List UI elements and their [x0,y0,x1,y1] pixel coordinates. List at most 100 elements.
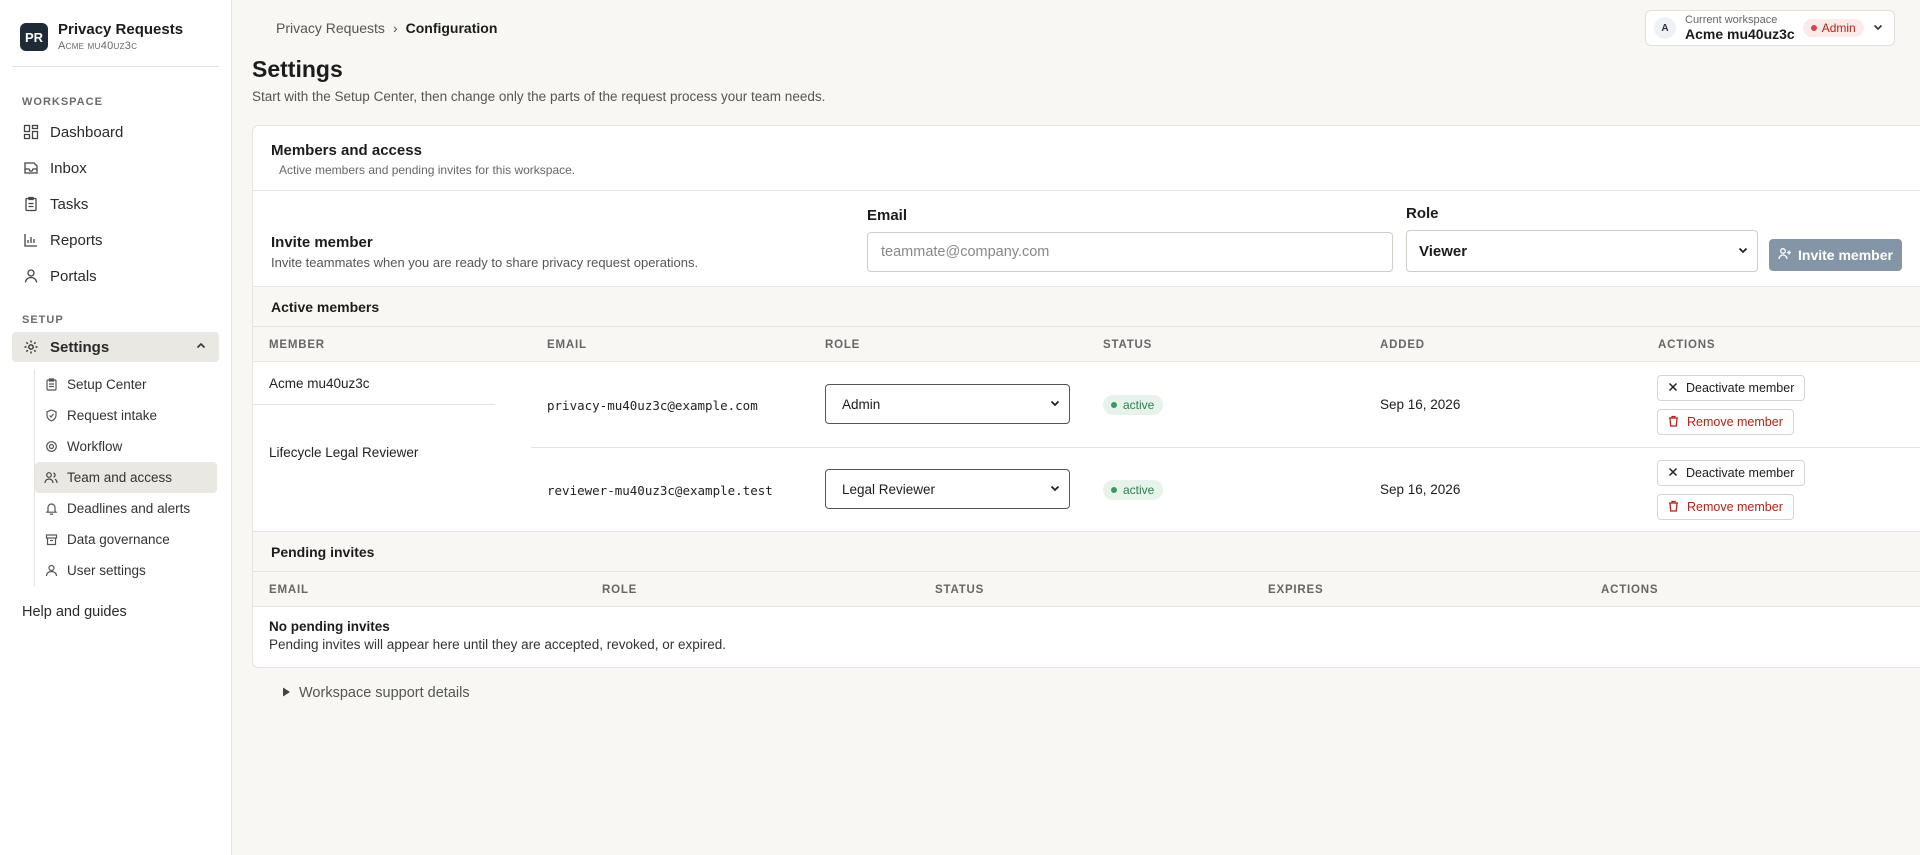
invite-description: Invite teammates when you are ready to s… [271,255,699,270]
sidebar-item-inbox[interactable]: Inbox [0,150,231,186]
shield-check-icon [44,409,58,423]
trash-icon [1668,500,1679,515]
chevron-down-icon [1737,243,1749,260]
caret-right-icon [282,685,291,701]
sidebar-item-team-and-access[interactable]: Team and access [35,462,217,493]
sidebar-item-deadlines-and-alerts[interactable]: Deadlines and alerts [35,493,217,524]
workspace-label: Current workspace [1685,14,1778,26]
users-icon [44,471,58,485]
sidebar-item-label: Reports [50,231,103,249]
dashboard-icon [22,123,40,141]
role-select[interactable]: Viewer [1406,230,1758,272]
archive-icon [44,533,58,547]
workspace-support-details-toggle[interactable]: Workspace support details [282,685,470,701]
invite-member-form: Invite member Invite teammates when you … [253,191,1920,287]
table-row: Acme mu40uz3c privacy-mu40uz3c@example.c… [253,362,1920,447]
column-header: MEMBER [269,339,325,351]
status-badge: active [1103,395,1164,415]
sidebar-item-label: Settings [50,338,110,356]
chevron-down-icon [1872,20,1884,36]
status-label: active [1123,398,1155,412]
sidebar-item-settings[interactable]: Settings [12,332,219,362]
page-title: Settings [252,56,343,82]
column-header: ACTIONS [1601,584,1659,596]
sidebar-item-label: User settings [67,563,146,578]
user-icon [44,564,58,578]
member-name: Lifecycle Legal Reviewer [269,445,419,460]
sidebar-item-workflow[interactable]: Workflow [35,431,217,462]
workspace-switcher[interactable]: A Current workspace Acme mu40uz3c Admin [1645,10,1895,46]
sidebar-item-request-intake[interactable]: Request intake [35,400,217,431]
remove-member-button[interactable]: Remove member [1657,409,1794,435]
status-dot-icon [1111,402,1117,408]
role-select-value: Viewer [1419,242,1468,260]
brand[interactable]: PR Privacy Requests Acme mu40uz3c [0,0,231,53]
avatar: A [1654,17,1676,39]
pending-invites-title: Pending invites [253,532,1920,572]
member-added-date: Sep 16, 2026 [1380,397,1461,412]
page-subtitle: Start with the Setup Center, then change… [252,89,826,104]
sidebar-item-reports[interactable]: Reports [0,222,231,258]
bell-icon [44,502,58,516]
inbox-icon [22,159,40,177]
sidebar-item-user-settings[interactable]: User settings [35,555,217,586]
deactivate-member-button[interactable]: Deactivate member [1657,375,1806,401]
pending-invites-empty-state: No pending invites Pending invites will … [253,607,1920,663]
column-header: ADDED [1380,339,1425,351]
column-header: EMAIL [547,339,587,351]
table-row: Lifecycle Legal Reviewer reviewer-mu40uz… [253,445,1920,532]
section-label-setup: SETUP [22,314,64,326]
sidebar-item-tasks[interactable]: Tasks [0,186,231,222]
member-role-value: Legal Reviewer [842,481,936,497]
gear-icon [44,440,58,454]
active-members-header: MEMBER EMAIL ROLE STATUS ADDED ACTIONS [253,327,1920,362]
status-dot-icon [1810,25,1817,31]
status-dot-icon [1111,487,1117,493]
section-label-workspace: WORKSPACE [22,96,103,108]
close-icon [1668,381,1678,395]
member-role-value: Admin [842,396,881,412]
remove-member-button[interactable]: Remove member [1657,494,1794,520]
sidebar-item-label: Deadlines and alerts [67,501,191,516]
sidebar-item-data-governance[interactable]: Data governance [35,524,217,555]
deactivate-label: Deactivate member [1686,466,1795,480]
column-header: EMAIL [269,584,309,596]
reports-icon [22,231,40,249]
column-header: STATUS [1103,339,1153,351]
column-header: ROLE [602,584,638,596]
card-description: Active members and pending invites for t… [279,163,576,177]
role-badge: Admin [1802,19,1864,37]
email-field[interactable] [867,232,1393,272]
active-members-table: Acme mu40uz3c privacy-mu40uz3c@example.c… [253,362,1920,532]
breadcrumb-separator: › [392,20,398,36]
support-details-label: Workspace support details [299,685,470,701]
chevron-down-icon [1049,397,1061,412]
email-label: Email [867,207,908,224]
close-icon [1668,466,1678,480]
status-label: active [1123,483,1155,497]
tasks-icon [22,195,40,213]
member-name: Acme mu40uz3c [269,376,370,391]
invite-member-button[interactable]: Invite member [1769,239,1902,271]
member-role-select[interactable]: Admin [825,384,1070,424]
sidebar-item-label: Request intake [67,408,158,423]
members-and-access-card: Members and access Active members and pe… [252,125,1920,668]
invite-title: Invite member [271,234,373,251]
active-members-title: Active members [253,287,1920,327]
sidebar-item-portals[interactable]: Portals [0,258,231,294]
user-plus-icon [1778,247,1792,263]
settings-submenu: Setup Center Request intake Workflow Tea… [34,369,231,586]
sidebar-item-setup-center[interactable]: Setup Center [35,369,217,400]
breadcrumb-current: Configuration [405,20,498,36]
column-header: ACTIONS [1658,339,1716,351]
gear-icon [22,338,40,356]
trash-icon [1668,415,1679,430]
pending-invites-header: EMAIL ROLE STATUS EXPIRES ACTIONS [253,572,1920,607]
help-and-guides-link[interactable]: Help and guides [0,594,231,630]
member-role-select[interactable]: Legal Reviewer [825,469,1070,509]
breadcrumb-parent[interactable]: Privacy Requests [276,20,385,36]
sidebar-item-label: Workflow [67,439,123,454]
sidebar-item-dashboard[interactable]: Dashboard [0,114,231,150]
deactivate-member-button[interactable]: Deactivate member [1657,460,1806,486]
sidebar-item-label: Dashboard [50,123,124,141]
